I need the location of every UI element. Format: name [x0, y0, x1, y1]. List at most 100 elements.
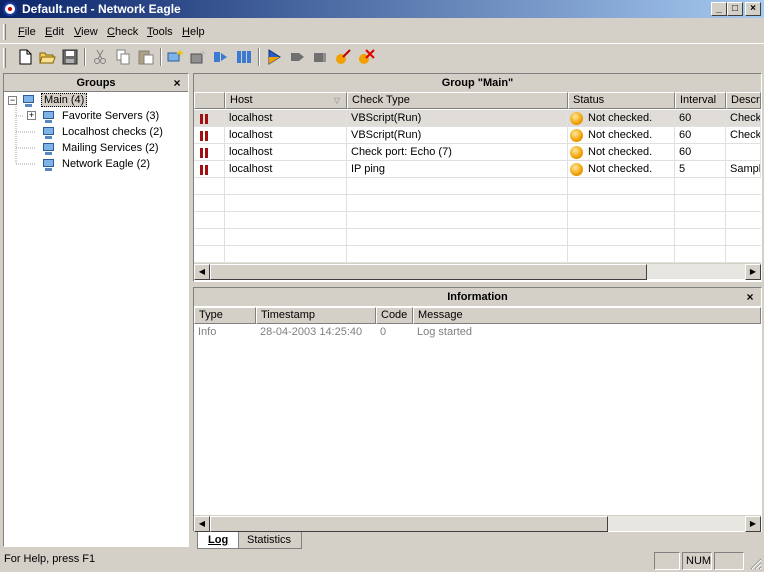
open-icon[interactable]	[38, 48, 56, 66]
host-cell: localhost	[225, 127, 347, 144]
group-icon	[40, 142, 56, 156]
delete-check-icon[interactable]	[357, 48, 375, 66]
status-help-text: For Help, press F1	[4, 553, 96, 565]
log-row[interactable]: Info 28-04-2003 14:25:40 0 Log started	[194, 325, 761, 342]
group-icon	[40, 110, 56, 124]
group-icon	[20, 94, 36, 108]
pause-icon[interactable]	[288, 48, 306, 66]
description-cell	[726, 144, 761, 161]
resize-grip-icon[interactable]	[748, 556, 762, 570]
menu-check[interactable]: Check	[107, 26, 138, 38]
status-pane-scroll	[714, 552, 744, 570]
tree-item-main[interactable]: Main (4)	[41, 93, 88, 107]
host-cell: localhost	[225, 144, 347, 161]
status-cell: Not checked.	[568, 110, 675, 127]
title-bar: Default.ned - Network Eagle _ □ ×	[0, 0, 764, 18]
add-group-icon[interactable]	[166, 48, 184, 66]
column-header-interval[interactable]: Interval	[675, 92, 726, 109]
move-columns-icon[interactable]	[235, 48, 253, 66]
status-bar: For Help, press F1 NUM	[0, 550, 764, 572]
menu-file[interactable]: File	[18, 26, 36, 38]
expand-favorite-servers-toggle[interactable]: +	[27, 111, 36, 120]
info-horizontal-scrollbar[interactable]: ◀ ▶	[194, 515, 761, 532]
scroll-left-button[interactable]: ◀	[194, 264, 210, 280]
close-button[interactable]: ×	[745, 2, 761, 16]
group-horizontal-scrollbar[interactable]: ◀ ▶	[194, 263, 761, 280]
menu-tools[interactable]: Tools	[147, 26, 173, 38]
log-code: 0	[380, 326, 387, 338]
row-state-cell	[194, 161, 225, 178]
interval-cell: 60	[675, 144, 726, 161]
status-bulb-icon	[570, 146, 583, 159]
column-header-check-type[interactable]: Check Type	[347, 92, 568, 109]
tab-log[interactable]: Log	[197, 532, 240, 549]
column-header-description[interactable]: Description	[726, 92, 761, 109]
sort-descending-icon: ▽	[333, 96, 340, 105]
minimize-button[interactable]: _	[711, 2, 727, 16]
tree-lines	[15, 106, 36, 165]
copy-icon[interactable]	[114, 48, 132, 66]
tree-item-mailing-services[interactable]: Mailing Services (2)	[62, 142, 159, 154]
run-icon[interactable]	[265, 48, 283, 66]
collapse-main-toggle[interactable]: −	[8, 96, 17, 105]
scroll-left-button[interactable]: ◀	[194, 516, 210, 532]
group-main-panel: Group "Main" Host ▽ Check Type Status Int…	[193, 73, 762, 282]
edit-check-icon[interactable]	[334, 48, 352, 66]
toolbar-separator	[160, 48, 162, 66]
toolbar-separator	[258, 48, 260, 66]
status-pane-caps	[654, 552, 680, 570]
table-row[interactable]: localhost VBScript(Run) Not checked. 60 …	[194, 110, 761, 127]
column-header-status[interactable]: Status	[568, 92, 675, 109]
log-message: Log started	[417, 326, 473, 338]
row-state-cell	[194, 127, 225, 144]
paste-icon[interactable]	[137, 48, 155, 66]
save-icon[interactable]	[61, 48, 79, 66]
column-header-timestamp[interactable]: Timestamp	[256, 307, 376, 324]
app-icon[interactable]	[3, 2, 17, 16]
status-cell: Not checked.	[568, 144, 675, 161]
column-header-host[interactable]: Host ▽	[225, 92, 347, 109]
maximize-button[interactable]: □	[727, 2, 743, 16]
scroll-right-button[interactable]: ▶	[745, 516, 761, 532]
tree-item-favorite-servers[interactable]: Favorite Servers (3)	[62, 110, 159, 122]
menu-help[interactable]: Help	[182, 26, 205, 38]
table-row[interactable]: localhost Check port: Echo (7) Not check…	[194, 144, 761, 161]
interval-cell: 60	[675, 110, 726, 127]
status-cell: Not checked.	[568, 161, 675, 178]
host-cell: localhost	[225, 161, 347, 178]
empty-grid-area	[194, 178, 761, 263]
table-row[interactable]: localhost IP ping Not checked. 5 Sample	[194, 161, 761, 178]
information-close-button[interactable]: ×	[744, 291, 756, 303]
tree-item-network-eagle[interactable]: Network Eagle (2)	[62, 158, 150, 170]
add-check-icon[interactable]	[189, 48, 207, 66]
information-panel: Information × Type Timestamp Code Messag…	[193, 287, 762, 532]
interval-cell: 5	[675, 161, 726, 178]
scroll-thumb[interactable]	[210, 516, 608, 532]
column-header-type[interactable]: Type	[194, 307, 256, 324]
cut-icon[interactable]	[91, 48, 109, 66]
stop-icon[interactable]	[311, 48, 329, 66]
interval-cell: 60	[675, 127, 726, 144]
column-header-code[interactable]: Code	[376, 307, 413, 324]
paused-icon	[199, 165, 209, 175]
column-header-icon[interactable]	[194, 92, 225, 109]
new-icon[interactable]	[16, 48, 34, 66]
groups-panel: Groups × − Main (4) + Favorite Servers (…	[3, 73, 189, 547]
group-icon	[40, 158, 56, 172]
groups-close-button[interactable]: ×	[171, 77, 183, 89]
scroll-thumb[interactable]	[210, 264, 647, 280]
column-header-message[interactable]: Message	[413, 307, 761, 324]
toolbar-grip[interactable]	[3, 48, 6, 68]
menu-edit[interactable]: Edit	[45, 26, 64, 38]
description-cell: Check	[726, 110, 761, 127]
move-right-icon[interactable]	[212, 48, 230, 66]
tree-item-localhost-checks[interactable]: Localhost checks (2)	[62, 126, 163, 138]
scroll-right-button[interactable]: ▶	[745, 264, 761, 280]
menu-view[interactable]: View	[74, 26, 98, 38]
window-title: Default.ned - Network Eagle	[22, 2, 181, 16]
table-row[interactable]: localhost VBScript(Run) Not checked. 60 …	[194, 127, 761, 144]
menubar-grip[interactable]	[3, 24, 6, 40]
status-bulb-icon	[570, 129, 583, 142]
tab-statistics[interactable]: Statistics	[237, 532, 303, 549]
row-state-cell	[194, 110, 225, 127]
